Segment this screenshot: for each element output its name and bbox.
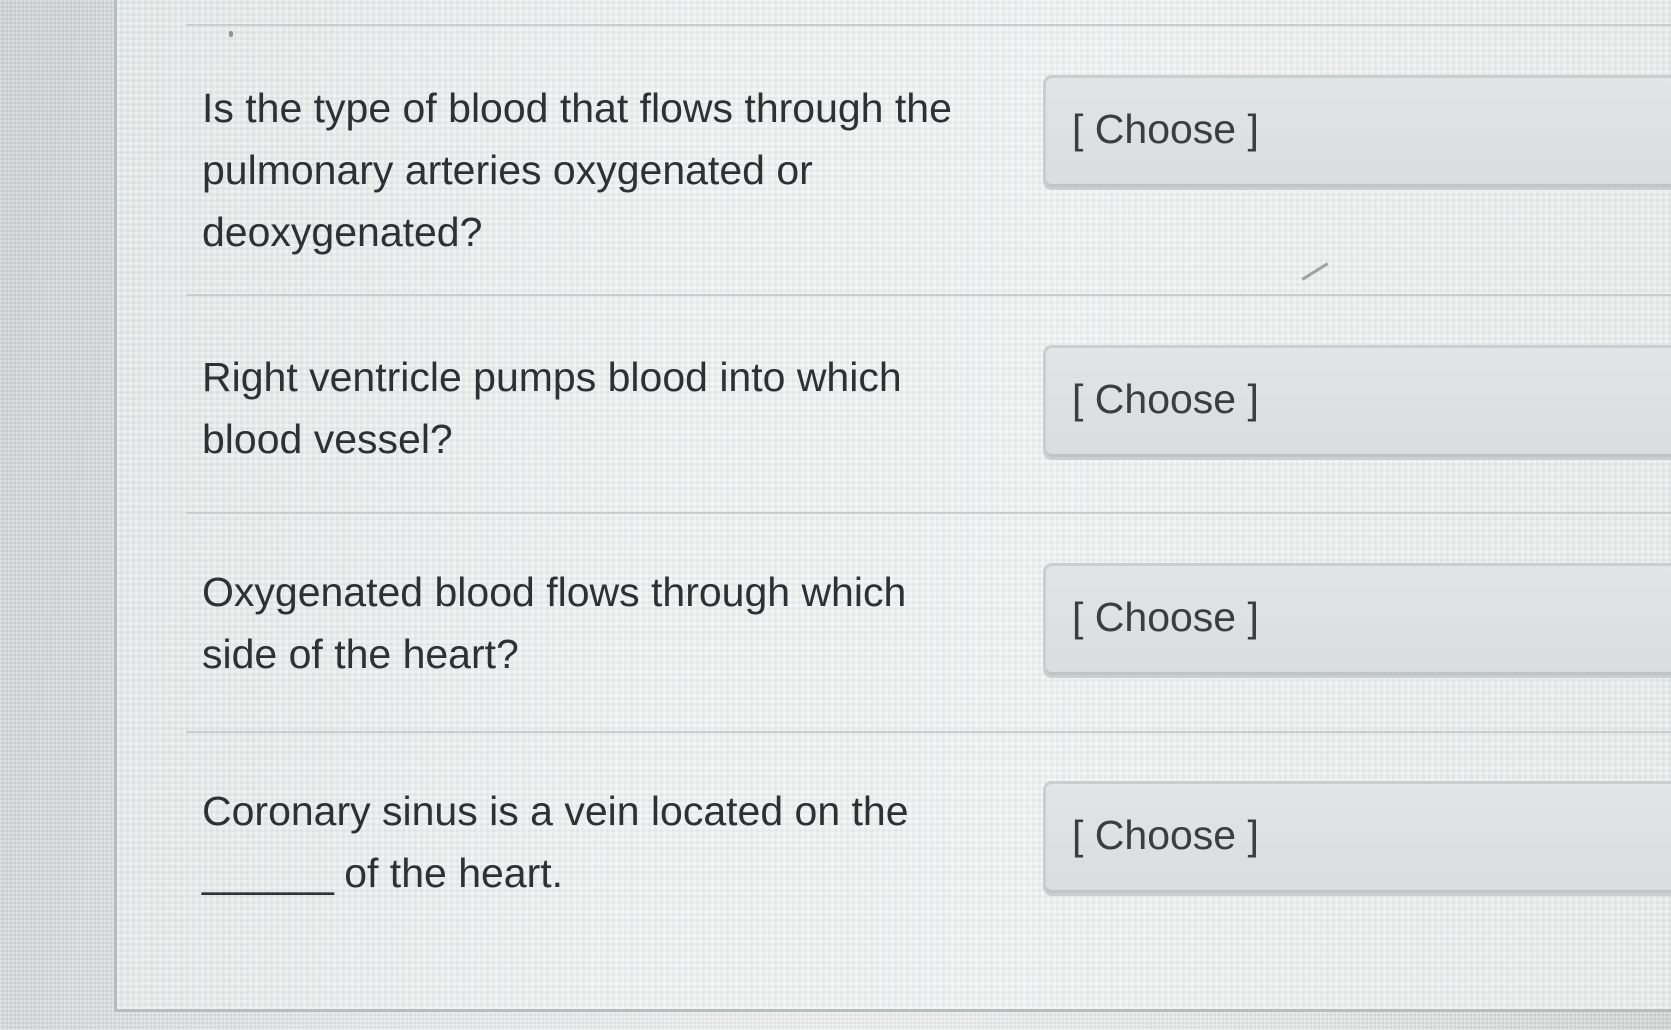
row-divider-top — [186, 24, 1671, 26]
question-4-blank: ______ — [202, 850, 334, 896]
question-4-text-line2: of the heart. — [332, 850, 564, 896]
question-4-text: Coronary sinus is a vein located on the … — [202, 780, 1032, 904]
question-2-answer-select[interactable]: [ Choose ] — [1043, 345, 1671, 460]
question-4-answer-select[interactable]: [ Choose ] — [1043, 781, 1671, 896]
question-4-text-line1: Coronary sinus is a vein located on the — [202, 788, 909, 834]
question-2-select-value: [ Choose ] — [1072, 376, 1259, 422]
question-1-answer-select[interactable]: [ Choose ] — [1043, 75, 1671, 190]
question-2-text: Right ventricle pumps blood into which b… — [202, 354, 902, 462]
row-divider-1 — [186, 294, 1671, 296]
question-3-answer-select[interactable]: [ Choose ] — [1043, 563, 1671, 678]
question-4-select-value: [ Choose ] — [1072, 812, 1259, 858]
row-divider-2 — [186, 512, 1671, 514]
question-3-text: Oxygenated blood flows through which sid… — [202, 569, 907, 677]
question-3-select-value: [ Choose ] — [1072, 594, 1259, 640]
question-1-text: Is the type of blood that flows through … — [202, 85, 952, 255]
row-divider-3 — [186, 731, 1671, 733]
stray-mark — [229, 31, 233, 37]
question-1-select-value: [ Choose ] — [1072, 106, 1259, 152]
